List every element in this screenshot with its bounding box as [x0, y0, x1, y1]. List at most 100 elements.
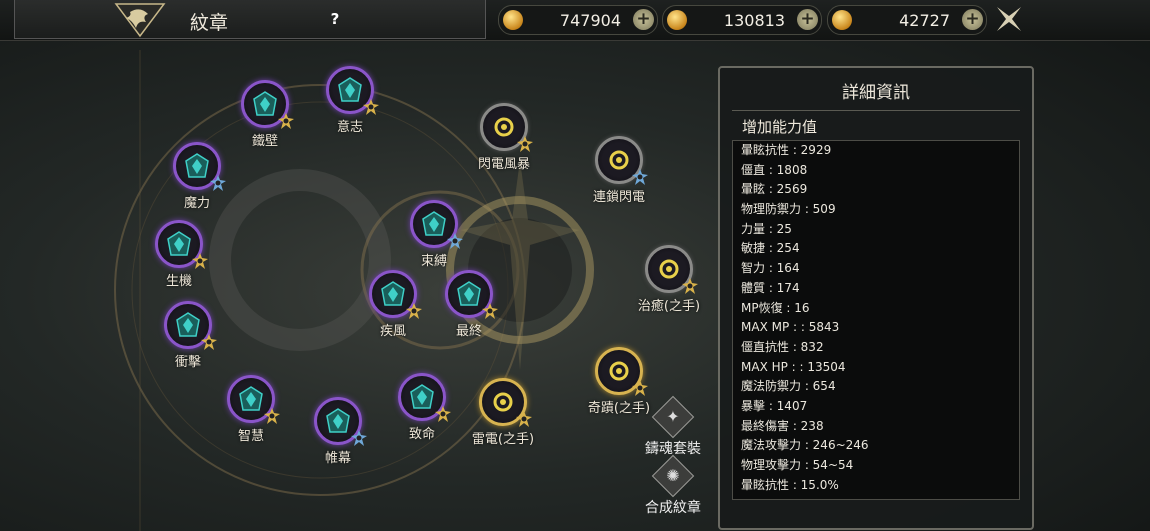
stat-row: 暴擊 : 1407: [741, 398, 808, 413]
emblem-shandian[interactable]: 閃電風暴: [464, 103, 544, 172]
emblem-label: 生機: [165, 274, 192, 289]
gear-badge-icon: [435, 406, 451, 422]
emblem-label: 雷電(之手): [471, 432, 535, 447]
emblem-liansuo[interactable]: 連鎖閃電: [579, 136, 659, 205]
currency-gold-pouch: 130813 +: [662, 5, 822, 35]
emblem-label: 智慧: [237, 429, 264, 444]
crystal-gem-icon: [457, 281, 481, 306]
lightning-gem-icon: [493, 392, 513, 412]
add-currency-button[interactable]: +: [797, 9, 818, 30]
stat-row: 智力 : 164: [741, 261, 800, 276]
currency-value: 747904: [559, 11, 621, 30]
close-icon[interactable]: [993, 3, 1025, 35]
lightning-gem-icon: [659, 259, 679, 279]
stat-row: 魔法防禦力 : 654: [741, 379, 836, 394]
emblem-leidian[interactable]: 雷電(之手): [463, 378, 543, 447]
emblem-label: 最終: [455, 324, 482, 339]
gear-badge-icon: [517, 136, 533, 152]
gold-pouch-icon: [667, 10, 687, 30]
emblem-label: 束縛: [420, 254, 447, 269]
emblem-zhiming[interactable]: 致命: [382, 373, 462, 442]
gear-badge-icon: [516, 411, 532, 427]
emblem-slot: [398, 373, 451, 422]
gear-badge-icon: [406, 303, 422, 319]
emblem-label: 鐵壁: [251, 134, 278, 149]
add-currency-button[interactable]: +: [633, 9, 654, 30]
emblem-slot: [480, 103, 533, 152]
emblem-label: 衝擊: [174, 355, 201, 370]
detail-panel: 詳細資訊 增加能力值 暈眩抗性 : 2929 僵直 : 1808 暈眩 : 2569…: [718, 66, 1034, 530]
stats-list[interactable]: 暈眩抗性 : 2929 僵直 : 1808 暈眩 : 2569 物理防禦力 : 509…: [732, 140, 1020, 500]
currency-coin: 42727 +: [827, 5, 987, 35]
stat-row: 力量 : 25: [741, 221, 792, 236]
emblem-label: 治癒(之手): [637, 299, 701, 314]
gear-icon: ✦: [651, 395, 695, 439]
emblem-label: 疾風: [379, 324, 406, 339]
top-bar: 紋章 ? 747904 + 130813 + 42727 +: [0, 0, 1150, 41]
emblem-yizhi[interactable]: 意志: [310, 66, 390, 135]
gear-badge-icon: [210, 175, 226, 191]
gear-badge-icon: [192, 253, 208, 269]
crystal-gem-icon: [326, 408, 350, 433]
stat-row: MP恢復 : 16: [741, 300, 810, 315]
lightning-gem-icon: [494, 117, 514, 137]
gear-badge-icon: [632, 169, 648, 185]
emblem-slot: [173, 142, 226, 191]
stat-row: 暈眩抗性 : 15.0%: [741, 477, 839, 492]
emblem-slot: [227, 375, 280, 424]
crystal-gem-icon: [422, 211, 446, 236]
craft-emblem-label: 合成紋章: [645, 500, 701, 516]
emblem-moli[interactable]: 魔力: [157, 142, 237, 211]
divider: [732, 110, 1020, 111]
crystal-gem-icon: [239, 386, 263, 411]
dragon-emblem-icon: [114, 3, 166, 38]
emblem-label: 致命: [408, 427, 435, 442]
crystal-gem-icon: [253, 91, 277, 116]
stat-row: 物理攻擊力 : 54~54: [741, 458, 854, 472]
gear-badge-icon: [447, 233, 463, 249]
emblem-slot: [410, 200, 463, 249]
emblem-label: 意志: [336, 120, 363, 135]
emblem-jifeng[interactable]: 疾風: [353, 270, 433, 339]
emblem-shufu[interactable]: 束縛: [394, 200, 474, 269]
stat-row: 暈眩 : 2569: [741, 182, 808, 197]
help-button[interactable]: ?: [324, 8, 346, 30]
emblem-tiebi[interactable]: 鐵壁: [225, 80, 305, 149]
gear-badge-icon: [264, 408, 280, 424]
help-label: ?: [330, 10, 340, 28]
emblem-slot: [595, 347, 648, 396]
add-currency-button[interactable]: +: [962, 9, 983, 30]
coin-icon: [832, 10, 852, 30]
emblem-zuizhong[interactable]: 最終: [429, 270, 509, 339]
emblem-slot: [369, 270, 422, 319]
stat-row: 體質 : 174: [741, 280, 800, 295]
emblem-slot: [479, 378, 532, 427]
gear-badge-icon: [351, 430, 367, 446]
soul-set-button[interactable]: ✦ 鑄魂套裝: [633, 395, 713, 458]
emblem-slot: [314, 397, 367, 446]
emblem-chongji[interactable]: 衝擊: [148, 301, 228, 370]
emblem-shengji[interactable]: 生機: [139, 220, 219, 289]
refresh-coin-icon: [503, 10, 523, 30]
emblem-slot: [155, 220, 208, 269]
emblem-label: 閃電風暴: [477, 157, 530, 172]
stat-row: 物理防禦力 : 509: [741, 202, 836, 217]
emblem-slot: [595, 136, 648, 185]
crystal-gem-icon: [410, 384, 434, 409]
gear-badge-icon: [682, 278, 698, 294]
emblem-slot: [326, 66, 379, 115]
gear-badge-icon: [482, 303, 498, 319]
emblem-zhiyu[interactable]: 治癒(之手): [629, 245, 709, 314]
gear-badge-icon: [363, 99, 379, 115]
emblem-zhihui[interactable]: 智慧: [211, 375, 291, 444]
stat-row: 敏捷 : 254: [741, 241, 800, 256]
web-icon: ✺: [651, 454, 695, 498]
craft-emblem-button[interactable]: ✺ 合成紋章: [633, 454, 713, 517]
emblem-weimu[interactable]: 帷幕: [298, 397, 378, 466]
emblem-label: 魔力: [183, 196, 210, 211]
crystal-gem-icon: [338, 77, 362, 102]
detail-panel-subtitle: 增加能力值: [742, 118, 818, 136]
emblem-slot: [445, 270, 498, 319]
page-title: 紋章: [190, 12, 229, 34]
lightning-gem-icon: [609, 150, 629, 170]
